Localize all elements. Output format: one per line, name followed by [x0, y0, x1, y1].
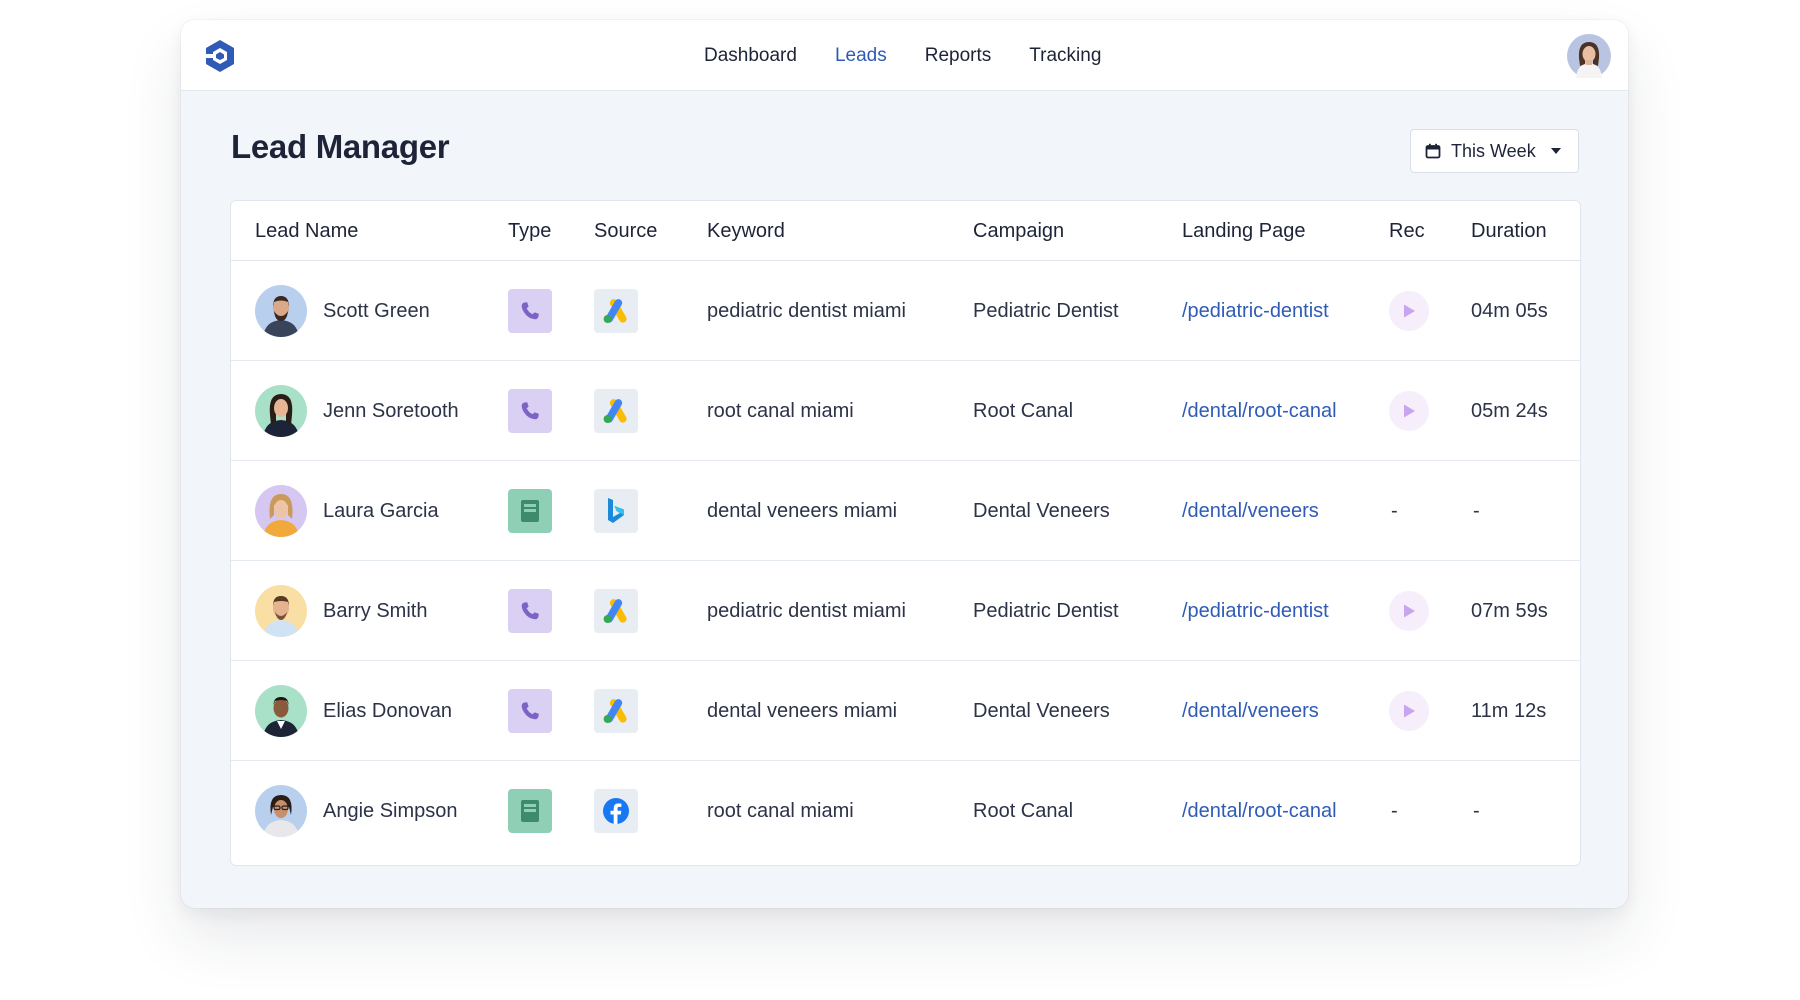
play-icon — [1404, 704, 1415, 718]
date-range-label: This Week — [1451, 140, 1536, 161]
google-ads-icon — [594, 389, 638, 433]
phone-icon — [508, 389, 552, 433]
keyword: root canal miami — [707, 799, 854, 822]
table-header: Lead Name Type Source Keyword Campaign L… — [231, 201, 1580, 261]
google-ads-icon — [594, 289, 638, 333]
lead-name[interactable]: Elias Donovan — [323, 700, 452, 723]
app-logo-icon[interactable] — [203, 38, 237, 74]
keyword: pediatric dentist miami — [707, 599, 906, 622]
page-title: Lead Manager — [231, 128, 450, 165]
lead-name[interactable]: Scott Green — [323, 300, 430, 323]
phone-icon — [508, 689, 552, 733]
user-avatar[interactable] — [1567, 34, 1611, 78]
campaign: Root Canal — [973, 799, 1074, 822]
play-icon — [1404, 304, 1415, 318]
call-duration: - — [1473, 799, 1480, 822]
keyword: root canal miami — [707, 399, 854, 422]
campaign: Pediatric Dentist — [973, 599, 1119, 622]
table-row[interactable]: Barry Smith pediatric dentist miami Pedi… — [231, 561, 1580, 661]
avatar — [255, 485, 307, 537]
header-source[interactable]: Source — [594, 201, 657, 261]
nav-tracking[interactable]: Tracking — [1029, 45, 1101, 67]
lead-name[interactable]: Jenn Soretooth — [323, 400, 459, 423]
header-campaign[interactable]: Campaign — [973, 201, 1064, 261]
header-duration[interactable]: Duration — [1471, 201, 1547, 261]
call-duration: 05m 24s — [1471, 399, 1548, 422]
lead-name[interactable]: Barry Smith — [323, 600, 427, 623]
bing-icon — [594, 489, 638, 533]
lead-name[interactable]: Laura Garcia — [323, 500, 439, 523]
form-icon — [508, 489, 552, 533]
header-keyword[interactable]: Keyword — [707, 201, 785, 261]
header-rec[interactable]: Rec — [1389, 201, 1425, 261]
header-type[interactable]: Type — [508, 201, 551, 261]
play-icon — [1404, 604, 1415, 618]
play-icon — [1404, 404, 1415, 418]
landing-page-link[interactable]: /pediatric-dentist — [1182, 600, 1329, 623]
call-duration: 11m 12s — [1471, 699, 1547, 722]
campaign: Root Canal — [973, 399, 1074, 422]
play-recording-button[interactable] — [1389, 291, 1429, 331]
date-range-dropdown[interactable]: This Week — [1410, 129, 1579, 173]
google-ads-icon — [594, 589, 638, 633]
header-lead-name[interactable]: Lead Name — [255, 201, 358, 261]
campaign: Dental Veneers — [973, 699, 1110, 722]
landing-page-link[interactable]: /pediatric-dentist — [1182, 300, 1329, 323]
chevron-down-icon — [1550, 148, 1561, 154]
table-row[interactable]: Elias Donovan dental veneers miami Denta… — [231, 661, 1580, 761]
google-ads-icon — [594, 689, 638, 733]
app-window: Dashboard Leads Reports Tracking Lead Ma… — [181, 20, 1628, 908]
table-row[interactable]: Angie Simpson root canal miami Root Cana… — [231, 761, 1580, 861]
leads-table: Lead Name Type Source Keyword Campaign L… — [230, 200, 1581, 866]
call-duration: - — [1473, 499, 1480, 522]
top-bar: Dashboard Leads Reports Tracking — [181, 20, 1628, 91]
nav-reports[interactable]: Reports — [925, 45, 992, 67]
call-duration: 07m 59s — [1471, 599, 1548, 622]
phone-icon — [508, 289, 552, 333]
play-recording-button[interactable] — [1389, 591, 1429, 631]
landing-page-link[interactable]: /dental/veneers — [1182, 700, 1319, 723]
keyword: pediatric dentist miami — [707, 299, 906, 322]
no-recording: - — [1391, 799, 1398, 822]
facebook-icon — [594, 789, 638, 833]
call-duration: 04m 05s — [1471, 299, 1548, 322]
keyword: dental veneers miami — [707, 699, 898, 722]
form-icon — [508, 789, 552, 833]
campaign: Dental Veneers — [973, 499, 1110, 522]
main-nav: Dashboard Leads Reports Tracking — [704, 20, 1139, 91]
landing-page-link[interactable]: /dental/veneers — [1182, 500, 1319, 523]
avatar — [255, 785, 307, 837]
landing-page-link[interactable]: /dental/root-canal — [1182, 400, 1337, 423]
play-recording-button[interactable] — [1389, 391, 1429, 431]
no-recording: - — [1391, 499, 1398, 522]
calendar-icon — [1425, 143, 1441, 159]
avatar — [255, 685, 307, 737]
avatar — [255, 285, 307, 337]
table-row[interactable]: Scott Green pediatric dentist miami Pedi… — [231, 261, 1580, 361]
nav-leads[interactable]: Leads — [835, 45, 887, 67]
nav-dashboard[interactable]: Dashboard — [704, 45, 797, 67]
play-recording-button[interactable] — [1389, 691, 1429, 731]
header-landing-page[interactable]: Landing Page — [1182, 201, 1305, 261]
table-row[interactable]: Laura Garcia dental veneers miami Dental… — [231, 461, 1580, 561]
landing-page-link[interactable]: /dental/root-canal — [1182, 800, 1337, 823]
avatar — [255, 585, 307, 637]
phone-icon — [508, 589, 552, 633]
table-row[interactable]: Jenn Soretooth root canal miami Root Can… — [231, 361, 1580, 461]
campaign: Pediatric Dentist — [973, 299, 1119, 322]
avatar — [255, 385, 307, 437]
lead-name[interactable]: Angie Simpson — [323, 800, 458, 823]
keyword: dental veneers miami — [707, 499, 898, 522]
